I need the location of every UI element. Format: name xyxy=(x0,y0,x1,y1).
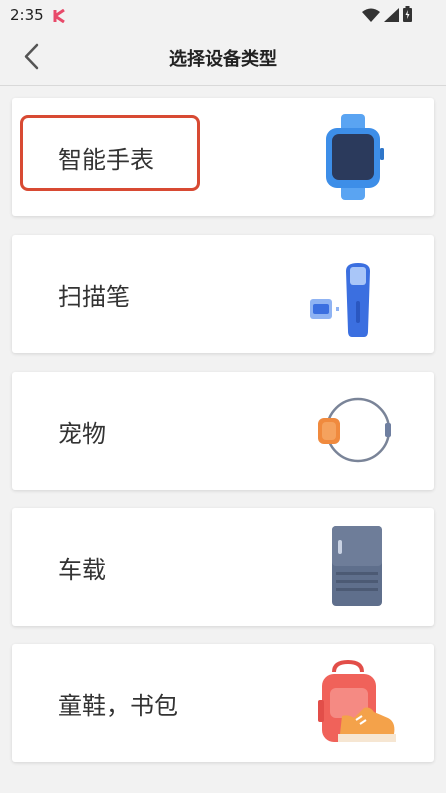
device-card-pet[interactable]: 宠物 xyxy=(12,372,434,490)
scanning-pen-icon xyxy=(308,249,398,339)
device-card-car[interactable]: 车载 xyxy=(12,508,434,626)
shoe-backpack-icon xyxy=(308,658,398,748)
device-card-scanning-pen[interactable]: 扫描笔 xyxy=(12,235,434,353)
header: 选择设备类型 xyxy=(0,30,446,86)
status-bar: 2:35 xyxy=(0,0,446,30)
device-card-shoe-backpack[interactable]: 童鞋，书包 xyxy=(12,644,434,762)
signal-icon xyxy=(384,7,399,26)
battery-icon xyxy=(403,6,412,26)
smartwatch-icon xyxy=(308,112,398,202)
device-label: 车载 xyxy=(58,555,106,584)
car-device-icon xyxy=(308,522,398,612)
pet-collar-icon xyxy=(308,386,398,476)
device-label: 扫描笔 xyxy=(58,282,130,311)
device-label: 宠物 xyxy=(58,419,106,448)
app-notification-icon xyxy=(53,8,67,27)
device-card-smartwatch[interactable]: 智能手表 xyxy=(12,98,434,216)
page-title: 选择设备类型 xyxy=(169,49,277,70)
device-label: 童鞋，书包 xyxy=(58,691,178,720)
device-label: 智能手表 xyxy=(58,145,154,174)
status-time: 2:35 xyxy=(10,6,44,24)
wifi-icon xyxy=(362,7,380,26)
